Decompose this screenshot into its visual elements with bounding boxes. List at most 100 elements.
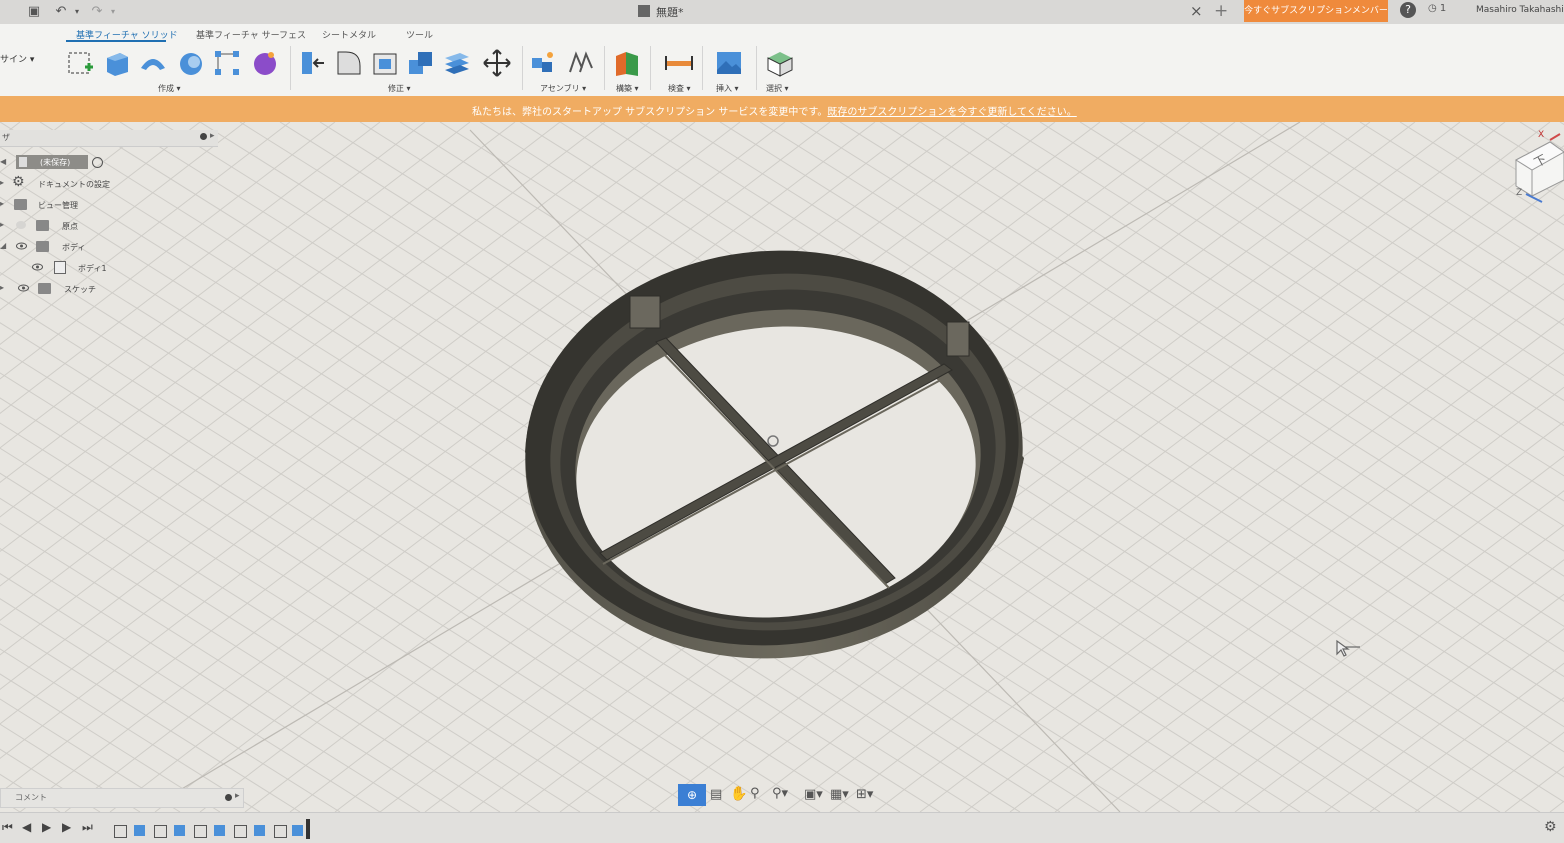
modify-group-label[interactable]: 修正 ▾ — [388, 83, 411, 94]
visibility-hidden-icon[interactable] — [16, 221, 26, 229]
browser-collapse-icon[interactable]: ▸ — [210, 131, 215, 141]
eye-icon[interactable] — [32, 263, 43, 271]
pan-icon[interactable]: ✋ — [730, 786, 747, 802]
comments-pin-icon[interactable] — [225, 794, 232, 801]
shell-icon[interactable] — [370, 48, 400, 78]
redo-dropdown-icon[interactable]: ▾ — [104, 3, 122, 21]
workspace-switcher[interactable]: サイン ▾ — [0, 52, 34, 65]
select-icon[interactable] — [764, 48, 794, 78]
browser-item-body1[interactable]: ボディ1 — [0, 258, 218, 278]
select-group-label[interactable]: 選択 ▾ — [766, 83, 789, 94]
expand-icon[interactable]: ◀ — [0, 157, 6, 166]
folder-icon — [36, 241, 49, 252]
zoom-icon[interactable]: ⚲ — [750, 786, 760, 801]
browser-item-origin[interactable]: ▸ 原点 — [0, 216, 218, 236]
activate-radio-icon[interactable] — [92, 157, 103, 168]
create-form-icon[interactable] — [250, 48, 280, 78]
toolbar-separator — [290, 46, 291, 90]
construct-group-label[interactable]: 構築 ▾ — [616, 83, 639, 94]
comments-panel[interactable]: コメント ▸ — [0, 788, 244, 808]
extrude-icon[interactable] — [102, 48, 132, 78]
help-icon[interactable]: ? — [1400, 2, 1416, 18]
viewports-icon[interactable]: ⊞▾ — [856, 787, 873, 802]
undo-dropdown-icon[interactable]: ▾ — [68, 3, 86, 21]
timeline-extrude-icon[interactable] — [134, 825, 145, 836]
comments-expand-icon[interactable]: ▸ — [235, 791, 240, 801]
banner-text: 私たちは、弊社のスタートアップ サブスクリプション サービスを変更中です。既存の… — [472, 103, 1077, 118]
timeline-extrude-icon[interactable] — [292, 825, 303, 836]
move-icon[interactable] — [482, 48, 512, 78]
tab-sheet-metal[interactable]: シートメタル — [322, 28, 376, 41]
timeline-sketch-icon[interactable] — [194, 825, 207, 838]
inspect-group-label[interactable]: 検査 ▾ — [668, 83, 691, 94]
eye-icon[interactable] — [18, 284, 29, 292]
user-name[interactable]: Masahiro Takahashi — [1476, 5, 1564, 15]
banner-link[interactable]: 既存のサブスクリプションを今すぐ更新してください。 — [827, 107, 1076, 118]
assemble-group-label[interactable]: アセンブリ ▾ — [540, 83, 586, 94]
folder-icon — [36, 220, 49, 231]
fillet-icon[interactable] — [334, 48, 364, 78]
create-group-label[interactable]: 作成 ▾ — [158, 83, 181, 94]
toolbar-separator — [756, 46, 757, 90]
notification-badge[interactable]: ◷ 1 — [1428, 3, 1446, 14]
play-icon[interactable]: ▶ — [42, 820, 51, 834]
new-tab-button[interactable]: + — [1214, 1, 1228, 21]
step-forward-icon[interactable]: ▶ — [62, 820, 71, 834]
expand-icon[interactable]: ▸ — [0, 220, 4, 229]
timeline-sketch-icon[interactable] — [274, 825, 287, 838]
view-cube-graphic — [1514, 133, 1564, 203]
canvas-viewport[interactable] — [0, 122, 1564, 812]
timeline-extrude-icon[interactable] — [254, 825, 265, 836]
expand-icon[interactable]: ▸ — [0, 283, 4, 292]
go-to-start-icon[interactable]: ⏮ — [2, 820, 13, 835]
measure-icon[interactable] — [664, 48, 694, 78]
browser-item-document-settings[interactable]: ▸ ⚙ ドキュメントの設定 — [0, 174, 218, 194]
toolbar-separator — [604, 46, 605, 90]
orbit-icon[interactable]: ⊕ — [678, 784, 706, 806]
expand-icon[interactable]: ▸ — [0, 178, 4, 187]
browser-item-root[interactable]: ◀ (未保存) — [0, 153, 218, 173]
save-icon[interactable]: ▣ — [25, 3, 43, 21]
timeline-sketch-icon[interactable] — [114, 825, 127, 838]
display-settings-icon[interactable]: ▣▾ — [804, 787, 823, 802]
eye-icon[interactable] — [16, 242, 27, 250]
timeline-settings-icon[interactable]: ⚙ — [1544, 819, 1557, 835]
browser-item-sketches[interactable]: ▸ スケッチ — [0, 279, 218, 299]
root-document-icon — [19, 157, 27, 167]
timeline-extrude-icon[interactable] — [214, 825, 225, 836]
pattern-icon[interactable] — [212, 48, 242, 78]
timeline-sketch-icon[interactable] — [234, 825, 247, 838]
browser-pin-icon[interactable] — [200, 133, 207, 140]
create-sketch-icon[interactable] — [66, 48, 96, 78]
new-component-icon[interactable] — [528, 48, 558, 78]
view-cube[interactable]: X 下 Z — [1506, 130, 1564, 212]
offset-face-icon[interactable] — [442, 48, 472, 78]
go-to-end-icon[interactable]: ⏭ — [82, 820, 93, 835]
close-tab-button[interactable]: × — [1190, 2, 1203, 20]
timeline-marker[interactable] — [306, 819, 310, 839]
press-pull-icon[interactable] — [296, 48, 326, 78]
browser-item-bodies[interactable]: ◢ ボディ — [0, 237, 218, 257]
insert-image-icon[interactable] — [714, 48, 744, 78]
grid-settings-icon[interactable]: ▦▾ — [830, 787, 849, 802]
sweep-icon[interactable] — [176, 48, 206, 78]
timeline-sketch-icon[interactable] — [154, 825, 167, 838]
document-title-text: 無題* — [656, 6, 684, 19]
insert-group-label[interactable]: 挿入 ▾ — [716, 83, 739, 94]
expand-icon[interactable]: ▸ — [0, 199, 4, 208]
fit-icon[interactable]: ⚲▾ — [772, 786, 788, 801]
combine-icon[interactable] — [406, 48, 436, 78]
browser-item-named-views[interactable]: ▸ ビュー管理 — [0, 195, 218, 215]
collapse-icon[interactable]: ◢ — [0, 241, 6, 250]
document-title[interactable]: 無題* — [656, 4, 684, 20]
joint-icon[interactable] — [566, 48, 596, 78]
step-back-icon[interactable]: ◀ — [22, 820, 31, 834]
timeline-extrude-icon[interactable] — [174, 825, 185, 836]
subscription-button[interactable]: 今すぐサブスクリプションメンバーに — [1244, 0, 1388, 38]
look-at-icon[interactable]: ▤ — [710, 787, 722, 802]
tab-tools[interactable]: ツール — [406, 28, 433, 41]
revolve-icon[interactable] — [138, 48, 168, 78]
offset-plane-icon[interactable] — [612, 48, 642, 78]
tab-surface[interactable]: 基準フィーチャ サーフェス — [196, 28, 306, 41]
clock-icon: ◷ — [1428, 3, 1437, 14]
